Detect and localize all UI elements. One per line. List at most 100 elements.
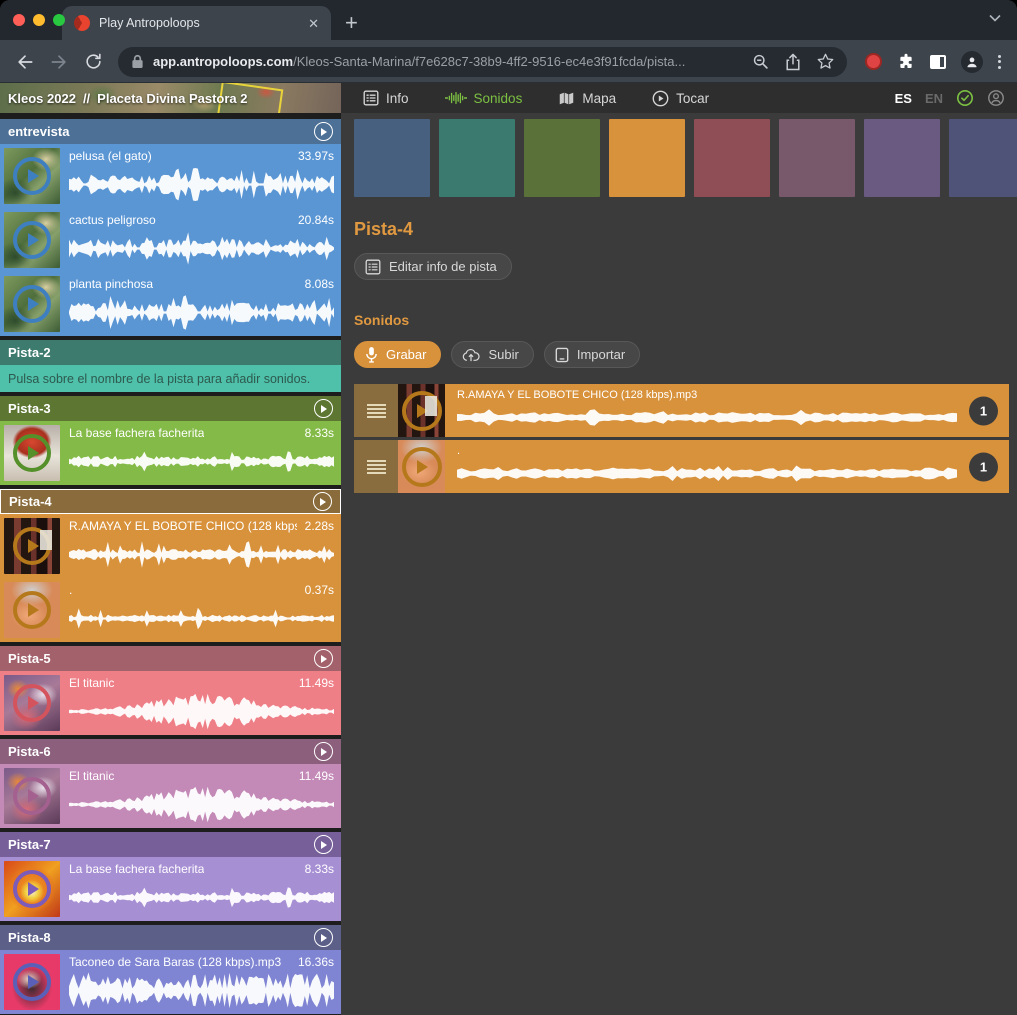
tab-close-icon[interactable]: ✕ <box>308 17 319 30</box>
sound-play-icon[interactable] <box>13 434 51 472</box>
track-play-icon[interactable] <box>314 928 333 947</box>
breadcrumb[interactable]: Kleos 2022 // Placeta Divina Pastora 2 <box>0 83 341 113</box>
screen-record-indicator-icon[interactable] <box>865 53 882 70</box>
sound-thumbnail[interactable] <box>398 384 445 437</box>
upload-button[interactable]: Subir <box>451 341 533 368</box>
sidebar-sound-row[interactable]: . 0.37s <box>0 578 341 642</box>
sound-thumbnail[interactable] <box>4 148 60 204</box>
bookmark-star-icon[interactable] <box>817 53 834 70</box>
account-icon[interactable] <box>987 89 1005 107</box>
sound-thumbnail[interactable] <box>4 675 60 731</box>
record-button[interactable]: Grabar <box>354 341 441 368</box>
sidebar-sound-row[interactable]: Taconeo de Sara Baras (128 kbps).mp3 16.… <box>0 950 341 1014</box>
track-header[interactable]: Pista-6 <box>0 739 341 764</box>
sound-play-icon[interactable] <box>13 285 51 323</box>
sound-thumbnail[interactable] <box>4 276 60 332</box>
sound-waveform <box>69 692 334 731</box>
sound-duration: 33.97s <box>298 149 334 163</box>
back-button[interactable] <box>10 47 40 77</box>
sound-play-icon[interactable] <box>13 777 51 815</box>
track-play-icon[interactable] <box>314 835 333 854</box>
header-right: ES EN <box>895 89 1017 107</box>
track-play-icon[interactable] <box>313 492 332 511</box>
url-text: app.antropoloops.com/Kleos-Santa-Marina/… <box>153 54 743 69</box>
sidebar-sound-row[interactable]: cactus peligroso 20.84s <box>0 208 341 272</box>
sound-play-icon[interactable] <box>13 591 51 629</box>
drag-handle[interactable] <box>354 440 398 493</box>
track-sound-row[interactable]: . 1 <box>354 440 1009 493</box>
track-header[interactable]: Pista-7 <box>0 832 341 857</box>
sidebar-sound-row[interactable]: El titanic 11.49s <box>0 671 341 735</box>
sidebar-sound-row[interactable]: pelusa (el gato) 33.97s <box>0 144 341 208</box>
sound-thumbnail[interactable] <box>4 768 60 824</box>
sound-play-icon[interactable] <box>13 527 51 565</box>
tab-search-chevron-icon[interactable] <box>989 14 1001 22</box>
import-button[interactable]: Importar <box>544 341 640 368</box>
track-swatch-6[interactable] <box>779 119 855 197</box>
sound-thumbnail[interactable] <box>398 440 445 493</box>
window-controls[interactable] <box>13 14 65 26</box>
sound-play-icon[interactable] <box>13 870 51 908</box>
track-play-icon[interactable] <box>314 122 333 141</box>
browser-menu-icon[interactable] <box>998 55 1001 69</box>
track-play-icon[interactable] <box>314 742 333 761</box>
track-header[interactable]: Pista-5 <box>0 646 341 671</box>
sidebar-sound-row[interactable]: R.AMAYA Y EL BOBOTE CHICO (128 kbps)....… <box>0 514 341 578</box>
url-bar[interactable]: app.antropoloops.com/Kleos-Santa-Marina/… <box>118 47 847 77</box>
sound-play-icon[interactable] <box>13 157 51 195</box>
track-swatch-7[interactable] <box>864 119 940 197</box>
track-swatch-2[interactable] <box>439 119 515 197</box>
profile-avatar[interactable] <box>961 51 983 73</box>
nav-item-tocar[interactable]: Tocar <box>652 90 709 107</box>
nav-item-sonidos[interactable]: Sonidos <box>445 91 523 106</box>
sound-play-icon[interactable] <box>13 684 51 722</box>
track-swatch-8[interactable] <box>949 119 1017 197</box>
sidebar-sound-row[interactable]: La base fachera facherita 8.33s <box>0 421 341 485</box>
new-tab-button[interactable]: + <box>345 12 358 34</box>
track-header[interactable]: entrevista <box>0 119 341 144</box>
track-header[interactable]: Pista-8 <box>0 925 341 950</box>
track-swatch-1[interactable] <box>354 119 430 197</box>
sidebar-sound-row[interactable]: La base fachera facherita 8.33s <box>0 857 341 921</box>
edit-track-info-button[interactable]: Editar info de pista <box>354 253 512 280</box>
sound-thumbnail[interactable] <box>4 954 60 1010</box>
reload-button[interactable] <box>78 47 108 77</box>
sound-play-icon[interactable] <box>13 221 51 259</box>
track-swatch-3[interactable] <box>524 119 600 197</box>
sound-waveform <box>457 403 957 432</box>
sound-thumbnail[interactable] <box>4 582 60 638</box>
nav-item-info[interactable]: Info <box>363 90 409 106</box>
track-header[interactable]: Pista-4 <box>0 489 341 514</box>
track-header[interactable]: Pista-3 <box>0 396 341 421</box>
sound-play-icon[interactable] <box>13 963 51 1001</box>
forward-button[interactable] <box>44 47 74 77</box>
drag-handle[interactable] <box>354 384 398 437</box>
sound-play-icon[interactable] <box>402 391 442 431</box>
track-swatch-5[interactable] <box>694 119 770 197</box>
sidebar-sound-row[interactable]: El titanic 11.49s <box>0 764 341 828</box>
share-icon[interactable] <box>785 53 801 71</box>
sound-play-icon[interactable] <box>402 447 442 487</box>
sidebar-sound-row[interactable]: planta pinchosa 8.08s <box>0 272 341 336</box>
browser-tab[interactable]: Play Antropoloops ✕ <box>62 6 331 40</box>
track-play-icon[interactable] <box>314 649 333 668</box>
sound-thumbnail[interactable] <box>4 861 60 917</box>
zoom-window-button[interactable] <box>53 14 65 26</box>
side-panel-icon[interactable] <box>930 55 946 69</box>
track-play-icon[interactable] <box>314 399 333 418</box>
minimize-window-button[interactable] <box>33 14 45 26</box>
sync-check-icon <box>956 89 974 107</box>
nav-item-mapa[interactable]: Mapa <box>558 91 616 106</box>
track-swatch-4[interactable] <box>609 119 685 197</box>
lang-es-button[interactable]: ES <box>895 91 912 106</box>
sound-thumbnail[interactable] <box>4 425 60 481</box>
zoom-icon[interactable] <box>752 53 769 70</box>
close-window-button[interactable] <box>13 14 25 26</box>
track-header[interactable]: Pista-2 <box>0 340 341 365</box>
track-sound-row[interactable]: R.AMAYA Y EL BOBOTE CHICO (128 kbps).mp3… <box>354 384 1009 437</box>
sound-title: R.AMAYA Y EL BOBOTE CHICO (128 kbps).mp3 <box>457 389 957 401</box>
lang-en-button[interactable]: EN <box>925 91 943 106</box>
sound-thumbnail[interactable] <box>4 212 60 268</box>
sound-thumbnail[interactable] <box>4 518 60 574</box>
extensions-puzzle-icon[interactable] <box>897 53 915 71</box>
